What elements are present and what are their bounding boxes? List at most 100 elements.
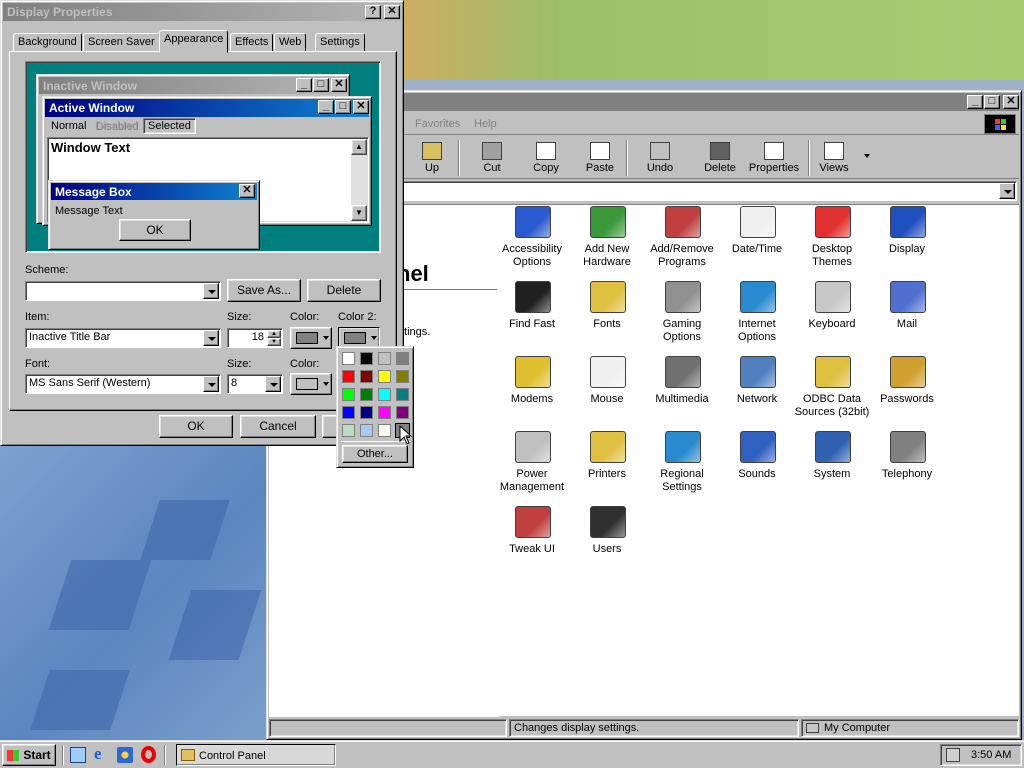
control-panel-item-label[interactable]: Power Management (490, 468, 574, 494)
item-size-spinner[interactable]: 18 ▲ ▼ (227, 328, 283, 348)
calendar-icon[interactable] (740, 206, 776, 238)
color-swatch[interactable] (342, 370, 355, 383)
computer-icon[interactable] (815, 431, 851, 463)
control-panel-item-label[interactable]: Date/Time (715, 243, 799, 256)
modem-icon[interactable] (515, 356, 551, 388)
toolbar-undo-button[interactable]: Undo (632, 138, 688, 178)
control-panel-item-label[interactable]: Multimedia (640, 393, 724, 406)
tab-screen-saver[interactable]: Screen Saver (83, 33, 160, 52)
color-swatch[interactable] (342, 406, 355, 419)
control-panel-item-label[interactable]: Telephony (865, 468, 949, 481)
color-swatch[interactable] (396, 370, 409, 383)
preview-area[interactable]: Inactive Window _ □ ✕ Active Window _ □ … (25, 61, 381, 253)
mail-icon[interactable] (890, 281, 926, 313)
color-swatch[interactable] (360, 406, 373, 419)
toolbar-cut-button[interactable]: Cut (464, 138, 520, 178)
power-icon[interactable] (515, 431, 551, 463)
hardware-icon[interactable] (590, 206, 626, 238)
preview-ok-button[interactable]: OK (119, 219, 191, 241)
minimize-button[interactable]: _ (967, 95, 983, 109)
control-panel-item-label[interactable]: Add/Remove Programs (640, 243, 724, 269)
start-button[interactable]: Start (2, 744, 56, 766)
globe-icon[interactable] (740, 281, 776, 313)
color-swatch[interactable] (378, 388, 391, 401)
close-button[interactable]: ✕ (1003, 95, 1019, 109)
toolbar-paste-button[interactable]: Paste (572, 138, 628, 178)
color-swatch[interactable] (342, 352, 355, 365)
control-panel-item-label[interactable]: Gaming Options (640, 318, 724, 344)
control-panel-item-label[interactable]: Sounds (715, 468, 799, 481)
control-panel-item-label[interactable]: Modems (490, 393, 574, 406)
toolbar-views-button[interactable]: Views (806, 138, 862, 178)
control-panel-item-label[interactable]: Keyboard (790, 318, 874, 331)
ok-button[interactable]: OK (159, 415, 233, 438)
color-swatch[interactable] (360, 370, 373, 383)
binoculars-icon[interactable] (515, 281, 551, 313)
color-swatch[interactable] (360, 424, 373, 437)
tab-web[interactable]: Web (274, 33, 307, 52)
globe-icon[interactable] (665, 431, 701, 463)
views-dropdown-icon[interactable] (864, 154, 870, 161)
toolbar-copy-button[interactable]: Copy (518, 138, 574, 178)
keyboard-icon[interactable] (815, 281, 851, 313)
help-button[interactable]: ? (365, 5, 381, 19)
sounds-icon[interactable] (740, 431, 776, 463)
color-swatch[interactable] (378, 370, 391, 383)
color-swatch[interactable] (360, 388, 373, 401)
save-as-button[interactable]: Save As... (227, 279, 301, 302)
clock[interactable]: 3:50 AM (971, 749, 1011, 761)
tab-settings[interactable]: Settings (315, 33, 365, 52)
preview-menu-normal[interactable]: Normal (51, 120, 86, 132)
color-swatch[interactable] (396, 406, 409, 419)
color-swatch[interactable] (378, 424, 391, 437)
control-panel-item-label[interactable]: Accessibility Options (490, 243, 574, 269)
users-icon[interactable] (590, 506, 626, 538)
display-icon[interactable] (890, 206, 926, 238)
control-panel-item-label[interactable]: Desktop Themes (790, 243, 874, 269)
tab-appearance[interactable]: Appearance (159, 30, 229, 53)
scheme-select[interactable] (25, 281, 221, 301)
task-control-panel[interactable]: Control Panel (176, 744, 336, 766)
font-color-button[interactable] (290, 373, 332, 395)
color-swatch[interactable] (378, 406, 391, 419)
telephone-icon[interactable] (890, 431, 926, 463)
mouse-icon[interactable] (590, 356, 626, 388)
preview-msgbox-title[interactable]: Message Box (51, 183, 257, 200)
odbc-icon[interactable] (815, 356, 851, 388)
control-panel-item-label[interactable]: Regional Settings (640, 468, 724, 494)
item-select[interactable]: Inactive Title Bar (25, 328, 221, 348)
dialog-title-bar[interactable]: Display Properties (3, 3, 401, 21)
font-select[interactable]: MS Sans Serif (Western) (25, 374, 221, 394)
toolbar-properties-button[interactable]: Properties (746, 138, 802, 178)
internet-explorer-icon[interactable]: e (94, 745, 102, 762)
toolbar-delete-button[interactable]: Delete (692, 138, 748, 178)
multimedia-icon[interactable] (665, 356, 701, 388)
tab-background[interactable]: Background (13, 33, 82, 52)
channels-icon[interactable] (117, 747, 133, 763)
fonts-icon[interactable] (590, 281, 626, 313)
color-swatch[interactable] (396, 352, 409, 365)
tab-effects[interactable]: Effects (230, 33, 274, 52)
color-swatch[interactable] (396, 388, 409, 401)
cancel-button[interactable]: Cancel (240, 415, 316, 438)
control-panel-item-label[interactable]: Add New Hardware (565, 243, 649, 269)
keys-icon[interactable] (890, 356, 926, 388)
control-panel-item-label[interactable]: Find Fast (490, 318, 574, 331)
joystick-icon[interactable] (665, 281, 701, 313)
menu-help[interactable]: Help (474, 118, 497, 130)
menu-favorites[interactable]: Favorites (415, 118, 460, 130)
show-desktop-icon[interactable] (70, 747, 86, 763)
printer-icon[interactable] (590, 431, 626, 463)
control-panel-item-label[interactable]: Mail (865, 318, 949, 331)
themes-icon[interactable] (815, 206, 851, 238)
close-button[interactable]: ✕ (384, 5, 400, 19)
control-panel-item-label[interactable]: Passwords (865, 393, 949, 406)
control-panel-item-label[interactable]: System (790, 468, 874, 481)
control-panel-item-label[interactable]: Mouse (565, 393, 649, 406)
opera-icon[interactable] (141, 746, 156, 763)
control-panel-item-label[interactable]: Users (565, 543, 649, 556)
control-panel-item-label[interactable]: Internet Options (715, 318, 799, 344)
preview-menu-selected[interactable]: Selected (143, 118, 196, 134)
network-icon[interactable] (740, 356, 776, 388)
tweakui-icon[interactable] (515, 506, 551, 538)
